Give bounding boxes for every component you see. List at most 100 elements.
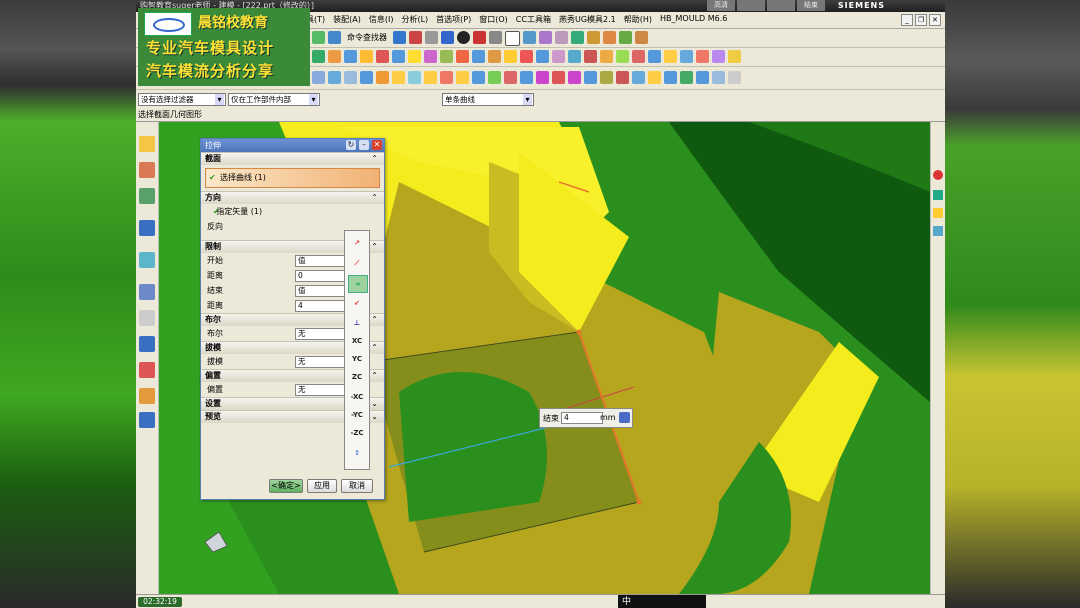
isoparm-icon[interactable]: [488, 71, 501, 84]
undo-icon[interactable]: [312, 31, 325, 44]
table-icon[interactable]: [680, 71, 693, 84]
offset-dropdown[interactable]: 无: [295, 384, 345, 396]
find-command-label[interactable]: 命令查找器: [344, 31, 390, 46]
two-points-icon[interactable]: ⟋: [348, 255, 366, 271]
bulb-icon[interactable]: [392, 71, 405, 84]
curve-vector-icon[interactable]: ≈: [348, 275, 368, 293]
limit-end-field[interactable]: 值: [295, 285, 345, 297]
snap-icon[interactable]: [409, 31, 422, 44]
limit-start-distance-field[interactable]: 0: [295, 270, 345, 282]
reset-icon[interactable]: ↻: [346, 140, 356, 150]
ime-indicator[interactable]: 中: [618, 595, 706, 608]
limit-start-field[interactable]: 值: [295, 255, 345, 267]
shell-icon[interactable]: [632, 50, 645, 63]
limit-end-distance-field[interactable]: 4: [295, 300, 345, 312]
subtract-icon[interactable]: [536, 50, 549, 63]
close-icon[interactable]: ✕: [929, 14, 941, 26]
menu-cc-toolbox[interactable]: CC工具箱: [516, 14, 551, 25]
layer-icon[interactable]: [393, 31, 406, 44]
minimize-icon[interactable]: _: [901, 14, 913, 26]
chamfer-icon[interactable]: [616, 50, 629, 63]
display-icon[interactable]: [505, 31, 520, 46]
collapse-icon[interactable]: –: [359, 140, 369, 150]
draft-icon[interactable]: [648, 50, 661, 63]
section-icon[interactable]: [728, 71, 741, 84]
replace-icon[interactable]: [728, 50, 741, 63]
window-button-end[interactable]: 结束: [797, 0, 825, 11]
selection-scope-dropdown[interactable]: 仅在工作部件内部: [228, 93, 320, 106]
system-scenes-icon[interactable]: [139, 412, 155, 428]
edit-curve-icon[interactable]: [600, 71, 613, 84]
roles-icon[interactable]: [139, 362, 155, 378]
intersect-icon[interactable]: [552, 50, 565, 63]
menu-preferences[interactable]: 首选项(P): [436, 14, 471, 25]
draft-dropdown[interactable]: 无: [295, 356, 345, 368]
boolean-dropdown[interactable]: 无: [295, 328, 345, 340]
menu-assembly[interactable]: 装配(A): [333, 14, 361, 25]
neg-zc-axis-option[interactable]: -ZC: [348, 425, 366, 441]
ok-button[interactable]: <确定>: [269, 479, 303, 493]
view-orient-icon[interactable]: [457, 31, 470, 44]
mirror-icon[interactable]: [504, 71, 517, 84]
attach-icon[interactable]: [571, 31, 584, 44]
analyze-icon[interactable]: [712, 71, 725, 84]
measure-icon[interactable]: [539, 31, 552, 44]
sphere-icon[interactable]: [408, 50, 421, 63]
direction-header[interactable]: 方向 ⌃: [201, 191, 384, 204]
boss-icon[interactable]: [440, 50, 453, 63]
select-curve-row[interactable]: ✔ 选择曲线 (1): [205, 168, 380, 188]
hole-icon[interactable]: [424, 50, 437, 63]
offset-icon[interactable]: [664, 50, 677, 63]
face-normal-icon[interactable]: ⊥: [348, 315, 366, 331]
unite-icon[interactable]: [520, 50, 533, 63]
note-icon[interactable]: [933, 208, 943, 218]
menu-info[interactable]: 信息(I): [369, 14, 394, 25]
offset-curve-icon[interactable]: [424, 71, 437, 84]
box-icon[interactable]: [441, 31, 454, 44]
neg-yc-axis-option[interactable]: -YC: [348, 407, 366, 423]
section-header[interactable]: 截面 ⌃: [201, 152, 384, 165]
view-direction-icon[interactable]: ⇧: [348, 445, 366, 461]
block-icon[interactable]: [360, 50, 373, 63]
zc-axis-option[interactable]: ZC: [348, 369, 366, 385]
shade-icon[interactable]: [425, 31, 438, 44]
transform-icon[interactable]: [568, 71, 581, 84]
end-tip-field[interactable]: 4: [561, 412, 603, 424]
reuse-library-icon[interactable]: [139, 336, 155, 352]
arrow-left-icon[interactable]: [520, 71, 533, 84]
wire-icon[interactable]: [489, 31, 502, 44]
render-icon[interactable]: [473, 31, 486, 44]
menu-hb-mould[interactable]: HB_MOULD M6.6: [660, 14, 727, 25]
bridge-icon[interactable]: [440, 71, 453, 84]
trim-icon[interactable]: [568, 50, 581, 63]
web-browser-icon[interactable]: [139, 220, 155, 236]
inferred-vector-icon[interactable]: ↗: [348, 235, 366, 251]
coord-icon[interactable]: [664, 71, 677, 84]
view-icon[interactable]: [933, 226, 943, 236]
curve-rule-dropdown[interactable]: 单条曲线: [442, 93, 534, 106]
groove-icon[interactable]: [504, 50, 517, 63]
surface-icon[interactable]: [680, 50, 693, 63]
pen-icon[interactable]: [603, 31, 616, 44]
dim-icon[interactable]: [933, 190, 943, 200]
pocket-icon[interactable]: [456, 50, 469, 63]
scale-icon[interactable]: [552, 71, 565, 84]
restore-icon[interactable]: ❐: [915, 14, 927, 26]
window-button-blank1[interactable]: [737, 0, 765, 11]
palette-icon[interactable]: [139, 310, 155, 326]
point-icon[interactable]: [312, 71, 325, 84]
dialog-close-icon[interactable]: ✕: [372, 140, 382, 150]
revolve-icon[interactable]: [344, 50, 357, 63]
menu-help[interactable]: 帮助(H): [624, 14, 652, 25]
delete-icon[interactable]: [616, 71, 629, 84]
neg-xc-axis-option[interactable]: -XC: [348, 389, 366, 405]
xc-axis-option[interactable]: XC: [348, 333, 366, 349]
move-icon[interactable]: [523, 31, 536, 44]
history-icon[interactable]: [139, 252, 155, 268]
menu-window[interactable]: 窗口(O): [479, 14, 508, 25]
text-icon[interactable]: [648, 71, 661, 84]
rect-icon[interactable]: [360, 71, 373, 84]
menu-yanxiu-mold[interactable]: 燕秀UG模具2.1: [559, 14, 616, 25]
clock-icon[interactable]: [139, 284, 155, 300]
part-navigator-icon[interactable]: [139, 136, 155, 152]
